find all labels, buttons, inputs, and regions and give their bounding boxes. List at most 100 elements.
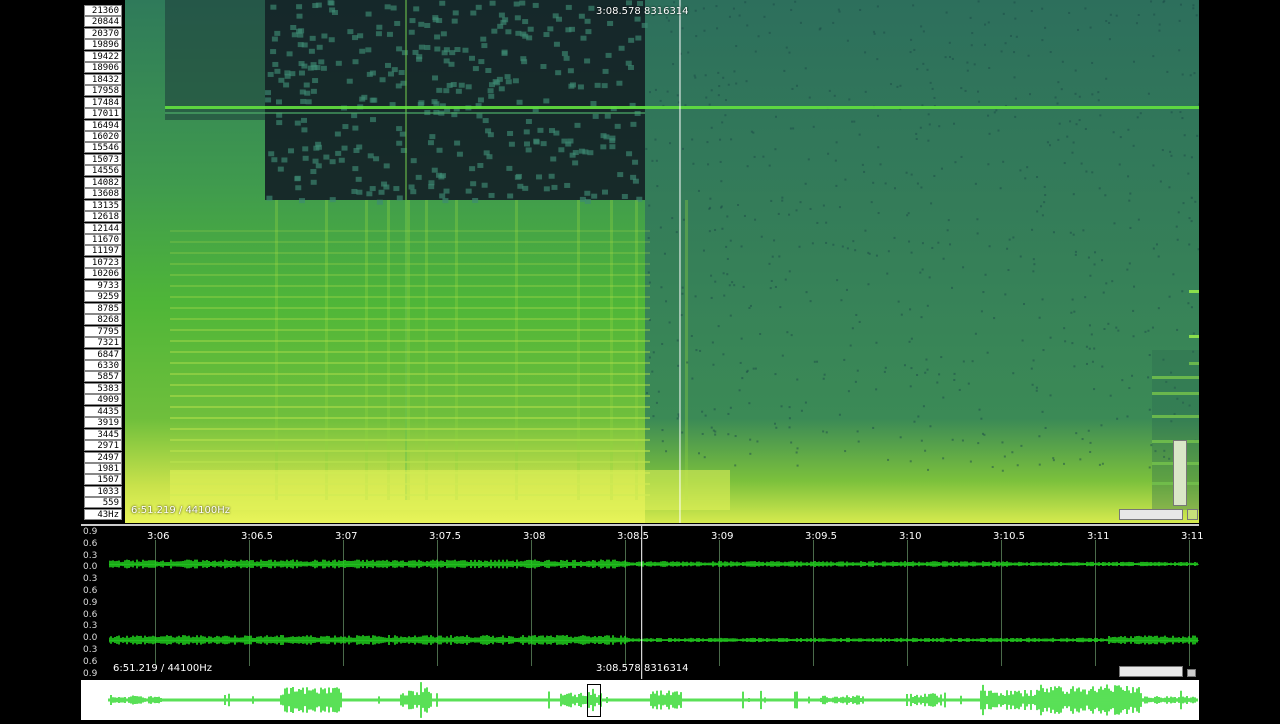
- frequency-tick: 3919: [84, 417, 122, 429]
- frequency-tick: 2497: [84, 451, 122, 463]
- time-label: 3:06: [147, 531, 170, 542]
- frequency-tick: 1033: [84, 485, 122, 497]
- amplitude-tick: 0.0: [83, 633, 98, 644]
- time-gridline: [719, 540, 720, 666]
- frequency-tick: 43Hz: [84, 508, 122, 520]
- spectrogram-canvas[interactable]: [125, 0, 1199, 523]
- spectrogram-info-label: 6:51.219 / 44100Hz: [131, 505, 231, 516]
- time-label: 3:07.5: [429, 531, 461, 542]
- overview-strip[interactable]: [81, 680, 1199, 720]
- spectrogram-corner-button[interactable]: [1187, 509, 1198, 520]
- amplitude-axis: 0.9 0.6 0.3 0.0 0.3 0.6 0.9 0.6 0.3 0.0 0.3 0.6 0.9: [81, 526, 109, 679]
- amplitude-tick: 0.9: [83, 668, 98, 679]
- frequency-tick: 18906: [84, 62, 122, 74]
- frequency-tick: 11197: [84, 245, 122, 257]
- frequency-tick: 19896: [84, 39, 122, 51]
- frequency-tick: 13135: [84, 199, 122, 211]
- time-gridline: [155, 540, 156, 666]
- time-label: 3:10.5: [993, 531, 1025, 542]
- waveform-zoom-scrollbar[interactable]: [1119, 666, 1183, 677]
- frequency-tick: 4435: [84, 405, 122, 417]
- amplitude-tick: 0.9: [83, 597, 98, 608]
- frequency-tick: 559: [84, 497, 122, 509]
- frequency-tick: 17958: [84, 85, 122, 97]
- frequency-tick: 17484: [84, 96, 122, 108]
- amplitude-tick: 0.3: [83, 574, 98, 585]
- frequency-tick: 10206: [84, 268, 122, 280]
- frequency-tick: 14082: [84, 176, 122, 188]
- frequency-axis: 21360 20844 20370 19896 19422 18906 18432 17958…: [81, 0, 123, 523]
- time-label: 3:06.5: [241, 531, 273, 542]
- amplitude-tick: 0.6: [83, 656, 98, 667]
- time-gridline: [249, 540, 250, 666]
- waveform-info-label: 6:51.219 / 44100Hz: [113, 663, 213, 674]
- amplitude-tick: 0.3: [83, 645, 98, 655]
- frequency-tick: 13608: [84, 188, 122, 200]
- time-gridline: [625, 540, 626, 666]
- frequency-tick: 19422: [84, 50, 122, 62]
- frequency-tick: 12618: [84, 211, 122, 223]
- frequency-tick: 2971: [84, 440, 122, 452]
- time-label: 3:11: [1087, 531, 1110, 542]
- frequency-tick: 5383: [84, 382, 122, 394]
- frequency-tick: 8268: [84, 314, 122, 326]
- spectrogram-cursor-sample: 8316314: [644, 6, 689, 17]
- time-gridline: [1001, 540, 1002, 666]
- spectrogram-color-scale: [1173, 440, 1187, 506]
- amplitude-tick: 0.6: [83, 538, 98, 549]
- time-gridline: [907, 540, 908, 666]
- frequency-tick: 9259: [84, 291, 122, 303]
- waveform-canvas[interactable]: 3:06 3:06.5 3:07 3:07.5 3:08 3:08.5 3:09 3:09.5…: [108, 526, 1203, 679]
- time-gridline: [813, 540, 814, 666]
- frequency-tick: 16020: [84, 130, 122, 142]
- amplitude-tick: 0.9: [83, 527, 98, 537]
- frequency-tick: 18432: [84, 73, 122, 85]
- frequency-tick: 15546: [84, 142, 122, 154]
- frequency-tick: 16494: [84, 119, 122, 131]
- frequency-tick: 3445: [84, 428, 122, 440]
- frequency-tick: 17011: [84, 108, 122, 120]
- time-label: 3:09.5: [805, 531, 837, 542]
- spectrogram-cursor-time: 3:08.578: [596, 6, 641, 17]
- amplitude-tick: 0.0: [83, 562, 98, 573]
- waveform-cursor-time: 3:08.578: [596, 663, 641, 674]
- frequency-tick: 10723: [84, 256, 122, 268]
- frequency-tick: 1507: [84, 474, 122, 486]
- time-label: 3:10: [899, 531, 922, 542]
- frequency-tick: 8785: [84, 302, 122, 314]
- frequency-tick: 20844: [84, 16, 122, 28]
- overview-waveform-path: [108, 682, 1198, 718]
- time-label: 3:07: [335, 531, 358, 542]
- amplitude-tick: 0.3: [83, 550, 98, 561]
- frequency-tick: 15073: [84, 153, 122, 165]
- frequency-tick: 20370: [84, 27, 122, 39]
- frequency-tick: 14556: [84, 165, 122, 177]
- time-label: 3:08.5: [617, 531, 649, 542]
- time-gridline: [1189, 540, 1190, 666]
- time-gridline: [531, 540, 532, 666]
- audio-editor: 21360 20844 20370 19896 19422 18906 18432 17958…: [81, 0, 1203, 720]
- waveform-view[interactable]: 0.9 0.6 0.3 0.0 0.3 0.6 0.9 0.6 0.3 0.0 0.3 0.6 0.9 …: [81, 524, 1203, 679]
- spectrogram-view[interactable]: 21360 20844 20370 19896 19422 18906 18432 17958…: [81, 0, 1199, 523]
- frequency-tick: 7795: [84, 325, 122, 337]
- time-gridline: [343, 540, 344, 666]
- frequency-tick: 9733: [84, 279, 122, 291]
- frequency-tick: 1981: [84, 463, 122, 474]
- frequency-tick: 12144: [84, 222, 122, 234]
- time-gridline: [437, 540, 438, 666]
- waveform-corner-button[interactable]: [1187, 669, 1196, 677]
- frequency-tick: 7321: [84, 337, 122, 349]
- frequency-tick: 6847: [84, 348, 122, 360]
- frequency-tick: 6330: [84, 359, 122, 371]
- amplitude-tick: 0.6: [83, 609, 98, 620]
- frequency-tick: 5857: [84, 371, 122, 383]
- time-label: 3:11: [1181, 531, 1204, 542]
- spectrogram-zoom-scrollbar[interactable]: [1119, 509, 1183, 520]
- time-label: 3:09: [711, 531, 734, 542]
- time-gridline: [1095, 540, 1096, 666]
- amplitude-tick: 0.6: [83, 586, 98, 596]
- time-label: 3:08: [523, 531, 546, 542]
- frequency-tick: 11670: [84, 234, 122, 245]
- frequency-tick: 4909: [84, 394, 122, 406]
- overview-position-handle[interactable]: [587, 684, 602, 717]
